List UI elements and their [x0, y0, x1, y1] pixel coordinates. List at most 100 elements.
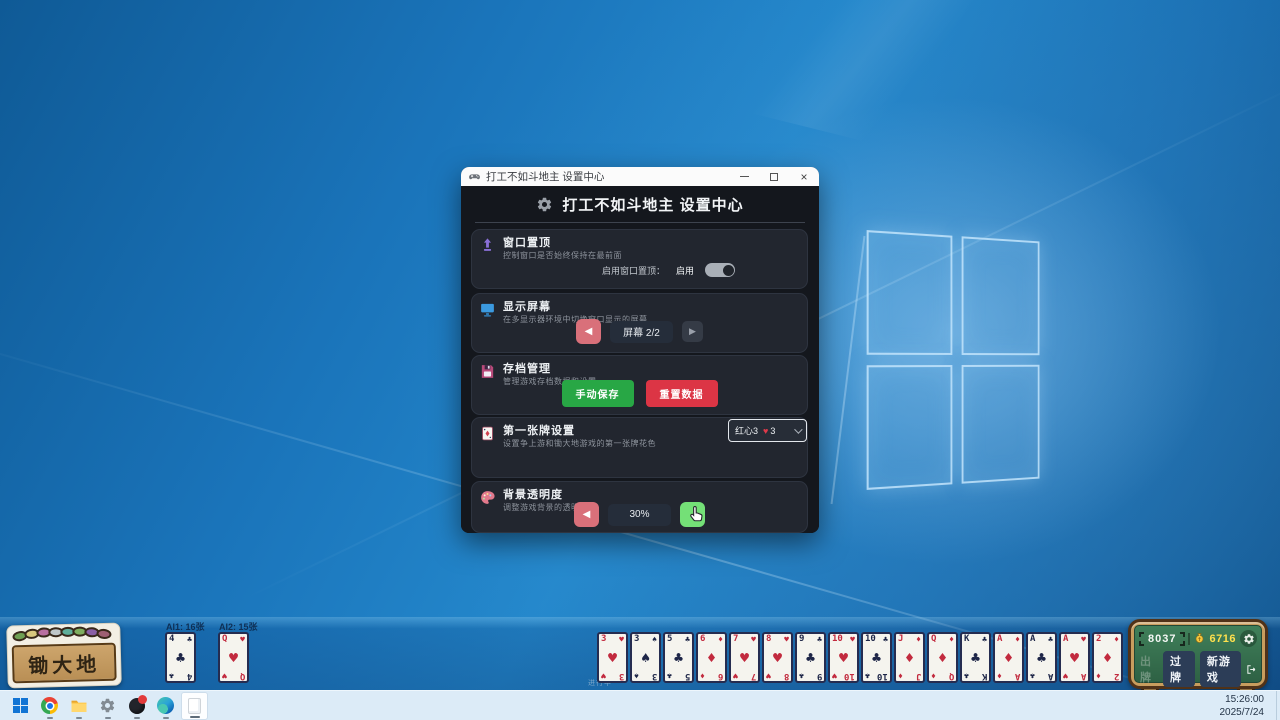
manual-save-button[interactable]: 手动保存: [562, 380, 634, 407]
card-suit-icon: ♣: [799, 671, 804, 680]
toggle-knob: [723, 265, 734, 276]
exit-icon[interactable]: [1246, 662, 1257, 677]
card-suit-icon: ♣: [806, 649, 815, 667]
card-suit-icon: ♣: [1037, 649, 1046, 667]
card-rank: 10: [832, 634, 843, 644]
reset-data-button[interactable]: 重置数据: [646, 380, 718, 407]
gear-icon: [536, 196, 553, 213]
edge-icon: [157, 697, 174, 714]
card-rank: 6: [700, 634, 705, 644]
new-game-button[interactable]: 新游戏: [1200, 651, 1241, 687]
chevron-down-icon: [794, 425, 802, 433]
close-button[interactable]: ×: [789, 167, 819, 186]
minimize-button[interactable]: [729, 167, 759, 186]
playing-card-icon: [479, 425, 496, 442]
card-suit-icon: ♣: [964, 671, 969, 680]
playing-card-8♥[interactable]: 8♥♥♥8: [762, 632, 793, 683]
floppy-icon: [479, 363, 496, 380]
card-suit-icon: ♣: [883, 635, 888, 644]
show-desktop-button[interactable]: [1276, 691, 1280, 720]
card-suit-icon: ♦: [1103, 649, 1112, 667]
taskbar: 15:26:00 2025/7/24: [0, 690, 1280, 720]
playing-card-J♦[interactable]: J♦♦♦J: [894, 632, 925, 683]
running-indicator: [105, 717, 111, 719]
playing-card-7♥[interactable]: 7♥♥♥7: [729, 632, 760, 683]
ai2-last-card: Q♥♥♥Q: [218, 632, 249, 683]
card-suit-icon: ♣: [982, 635, 987, 644]
playing-card-4♣: 4♣♣♣4: [165, 632, 196, 683]
screen-prev-button[interactable]: ◀: [576, 319, 601, 344]
running-indicator: [190, 716, 200, 718]
pass-button[interactable]: 过牌: [1163, 651, 1195, 687]
card-suit-icon: ♠: [652, 635, 657, 644]
divider: [475, 222, 805, 223]
dropdown-selected-label: 红心3: [735, 424, 758, 437]
card-suit-icon: ♦: [707, 649, 716, 667]
playing-card-Q♦[interactable]: Q♦♦♦Q: [927, 632, 958, 683]
section-title: 第一张牌设置: [503, 422, 575, 438]
section-window-top: 窗口置顶 控制窗口是否始终保持在最前面 启用窗口置顶： 启用: [471, 229, 808, 289]
game-logo: 锄大地: [6, 623, 122, 689]
scoreboard-screen: 8037 6716 出牌 过牌 新游戏: [1134, 625, 1262, 683]
card-rank: A: [1030, 634, 1035, 644]
maximize-button[interactable]: [759, 167, 789, 186]
playing-card-10♥[interactable]: 10♥♥♥10: [828, 632, 859, 683]
taskbar-edge[interactable]: [152, 692, 179, 720]
section-title: 背景透明度: [503, 486, 563, 502]
card-rank: 7: [751, 671, 756, 681]
divider: [1188, 633, 1190, 645]
card-rank: 5: [685, 671, 690, 681]
playing-card-3♠[interactable]: 3♠♠♠3: [630, 632, 661, 683]
logo-box: 锄大地: [12, 643, 117, 684]
running-indicator: [134, 717, 140, 719]
always-on-top-toggle[interactable]: [705, 263, 735, 277]
playing-card-6♦[interactable]: 6♦♦♦6: [696, 632, 727, 683]
chrome-icon: [41, 697, 58, 714]
card-suit-icon: ♥: [766, 671, 771, 680]
taskbar-game-app[interactable]: [123, 692, 150, 720]
card-rank: 10: [877, 671, 888, 681]
playing-card-9♣[interactable]: 9♣♣♣9: [795, 632, 826, 683]
coin-value: 6716: [1209, 633, 1235, 645]
scoreboard-settings-button[interactable]: [1240, 630, 1257, 647]
playing-card-Q♥: Q♥♥♥Q: [218, 632, 249, 683]
card-rank: 10: [844, 671, 855, 681]
card-suit-icon: ♦: [718, 635, 723, 644]
playing-card-A♣[interactable]: A♣♣♣A: [1026, 632, 1057, 683]
poker-chip: [96, 628, 112, 640]
playing-card-A♦[interactable]: A♦♦♦A: [993, 632, 1024, 683]
maximize-icon: [770, 173, 778, 181]
running-indicator: [76, 717, 82, 719]
taskbar-clock[interactable]: 15:26:00 2025/7/24: [1220, 694, 1265, 719]
screen-next-button[interactable]: ▶: [682, 321, 703, 342]
card-suit-icon: ♣: [187, 635, 192, 644]
taskbar-active-app[interactable]: [181, 692, 208, 720]
card-suit-icon: ♥: [751, 635, 756, 644]
playing-card-K♣[interactable]: K♣♣♣K: [960, 632, 991, 683]
opacity-decrease-button[interactable]: ◀: [574, 502, 599, 527]
section-title: 窗口置顶: [503, 234, 551, 250]
start-button[interactable]: [7, 692, 34, 720]
section-title: 存档管理: [503, 360, 551, 376]
playing-card-A♥[interactable]: A♥♥♥A: [1059, 632, 1090, 683]
clock-time: 15:26:00: [1220, 694, 1265, 707]
playing-card-5♣[interactable]: 5♣♣♣5: [663, 632, 694, 683]
taskbar-chrome[interactable]: [36, 692, 63, 720]
settings-window: 打工不如斗地主 设置中心 × 打工不如斗地主 设置中心 窗口置顶 控制窗口是否始…: [461, 167, 819, 533]
taskbar-settings[interactable]: [94, 692, 121, 720]
taskbar-file-explorer[interactable]: [65, 692, 92, 720]
toggle-status: 启用: [676, 264, 694, 277]
card-suit-icon: ♥: [832, 671, 837, 680]
card-rank: A: [1081, 671, 1086, 681]
window-titlebar[interactable]: 打工不如斗地主 设置中心 ×: [461, 167, 819, 186]
first-card-dropdown[interactable]: 红心3 ♥ 3: [728, 419, 807, 442]
card-suit-icon: ♥: [839, 649, 848, 667]
playing-card-10♣[interactable]: 10♣♣♣10: [861, 632, 892, 683]
playing-card-3♥[interactable]: 3♥♥♥3: [597, 632, 628, 683]
card-suit-icon: ♣: [1030, 671, 1035, 680]
card-rank: J: [916, 671, 921, 681]
card-suit-icon: ♥: [1081, 635, 1086, 644]
playing-card-2♦[interactable]: 2♦♦♦2: [1092, 632, 1123, 683]
card-suit-icon: ♥: [773, 649, 782, 667]
card-suit-icon: ♥: [733, 671, 738, 680]
